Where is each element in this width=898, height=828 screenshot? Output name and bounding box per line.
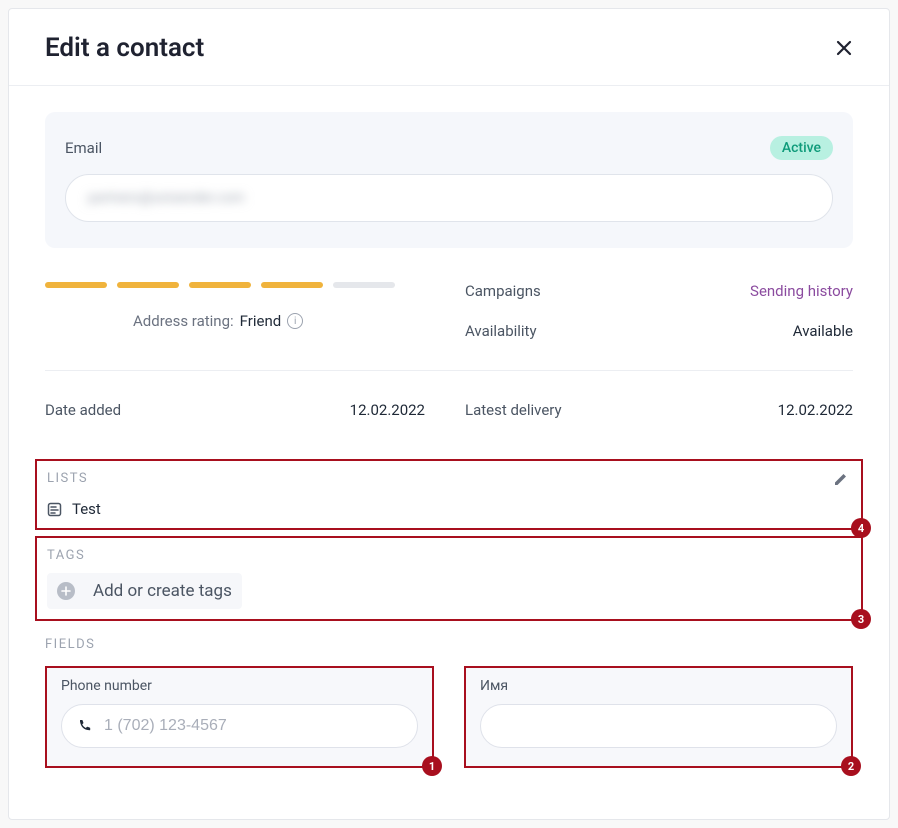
date-added-value: 12.02.2022: [350, 401, 425, 419]
rating-bar-1: [45, 282, 107, 288]
modal-header: Edit a contact: [9, 9, 889, 86]
latest-delivery-label: Latest delivery: [465, 401, 562, 419]
plus-icon: [57, 582, 75, 600]
annotation-badge-2: 2: [841, 756, 861, 776]
phone-field-label: Phone number: [61, 678, 418, 694]
name-input[interactable]: [497, 717, 820, 735]
lists-section: LISTS Test 4: [35, 459, 863, 530]
campaigns-label: Campaigns: [465, 282, 541, 300]
fields-title: FIELDS: [45, 637, 853, 652]
divider: [45, 370, 853, 371]
lists-title: LISTS: [47, 471, 851, 486]
edit-contact-modal: Edit a contact Email Active partners@uni…: [8, 8, 890, 820]
add-tags-button[interactable]: Add or create tags: [47, 573, 242, 609]
tags-section: TAGS Add or create tags 3: [35, 536, 863, 621]
phone-input[interactable]: [104, 717, 401, 735]
rating-value: Friend: [240, 312, 282, 330]
sending-history-link[interactable]: Sending history: [750, 282, 853, 300]
availability-label: Availability: [465, 322, 537, 340]
name-field-box: Имя 2: [464, 666, 853, 768]
close-icon[interactable]: [835, 39, 853, 57]
latest-delivery-value: 12.02.2022: [778, 401, 853, 419]
email-panel: Email Active partners@unisender.com: [45, 112, 853, 248]
rating-bar-2: [117, 282, 179, 288]
rating-bar-5: [333, 282, 395, 288]
phone-icon: [78, 719, 92, 733]
rating-bar-4: [261, 282, 323, 288]
add-tags-label: Add or create tags: [93, 581, 232, 601]
annotation-badge-4: 4: [851, 518, 871, 538]
phone-field-box: Phone number 1: [45, 666, 434, 768]
name-field-label: Имя: [480, 678, 837, 694]
availability-value: Available: [793, 322, 853, 340]
date-added-label: Date added: [45, 401, 121, 419]
list-item-icon: [47, 502, 62, 517]
email-value-blurred: partners@unisender.com: [88, 190, 245, 206]
modal-title: Edit a contact: [45, 33, 204, 63]
tags-title: TAGS: [47, 548, 851, 563]
info-icon[interactable]: i: [287, 313, 303, 329]
email-input[interactable]: partners@unisender.com: [65, 174, 833, 222]
rating-label: Address rating:: [133, 312, 234, 330]
annotation-badge-3: 3: [851, 609, 871, 629]
email-label: Email: [65, 139, 102, 157]
annotation-badge-1: 1: [422, 756, 442, 776]
list-item: Test: [47, 500, 851, 518]
rating-bars: [45, 282, 425, 288]
edit-lists-icon[interactable]: [833, 471, 849, 487]
status-badge: Active: [770, 136, 833, 160]
rating-bar-3: [189, 282, 251, 288]
list-item-name: Test: [72, 500, 101, 518]
